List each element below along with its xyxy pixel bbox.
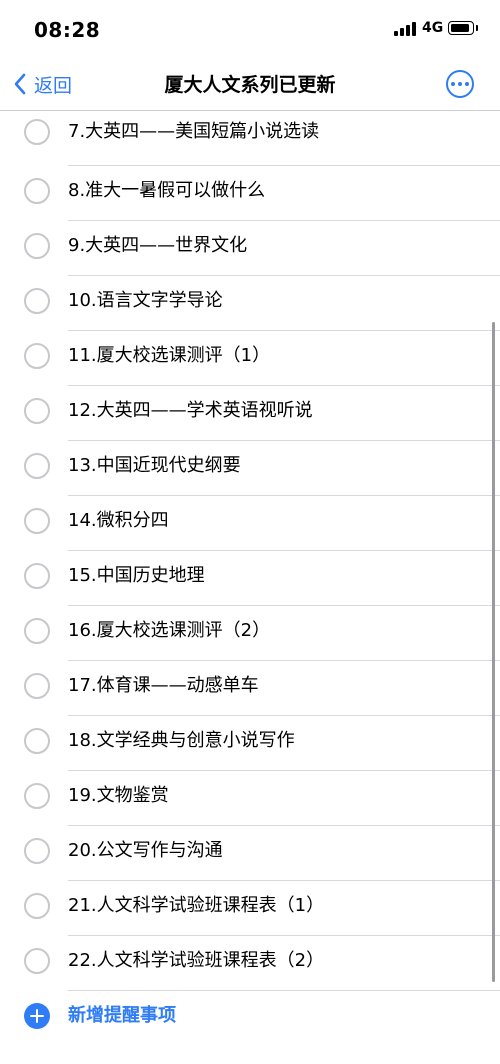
list-item-label[interactable]: 7.大英四——美国短篇小说选读 [68, 117, 319, 147]
battery-tip [476, 25, 478, 31]
list-item-label[interactable]: 17.体育课——动感单车 [68, 671, 259, 701]
divider [68, 990, 500, 991]
checkbox-circle[interactable] [24, 119, 50, 145]
network-type: 4G [422, 20, 444, 36]
list-item: 16.厦大校选课测评（2） [0, 606, 500, 661]
list-item-label[interactable]: 15.中国历史地理 [68, 561, 205, 591]
list-item-label[interactable]: 14.微积分四 [68, 506, 169, 536]
list-item-label[interactable]: 19.文物鉴赏 [68, 781, 169, 811]
list-item: 10.语言文字学导论 [0, 276, 500, 331]
status-bar: 08:28 4G [0, 0, 500, 58]
list-item-label[interactable]: 18.文学经典与创意小说写作 [68, 726, 295, 756]
battery-icon [448, 21, 474, 35]
list-item: 9.大英四——世界文化 [0, 221, 500, 276]
navigation-bar: 返回 厦大人文系列已更新 [0, 58, 500, 111]
list-item: 13.中国近现代史纲要 [0, 441, 500, 496]
checkbox-circle[interactable] [24, 838, 50, 864]
scrollbar[interactable] [492, 322, 495, 982]
checkbox-circle[interactable] [24, 948, 50, 974]
list-item: 7.大英四——美国短篇小说选读 [0, 111, 500, 166]
more-dot-icon [458, 82, 462, 86]
list-item: 20.公文写作与沟通 [0, 826, 500, 881]
checkbox-circle[interactable] [24, 563, 50, 589]
list-item: 22.人文科学试验班课程表（2） [0, 936, 500, 991]
list-item-label[interactable]: 16.厦大校选课测评（2） [68, 616, 270, 646]
checkbox-circle[interactable] [24, 618, 50, 644]
checkbox-circle[interactable] [24, 673, 50, 699]
more-dot-icon [465, 82, 469, 86]
list-item: 17.体育课——动感单车 [0, 661, 500, 716]
signal-strength-icon [394, 22, 418, 36]
list-item-label[interactable]: 9.大英四——世界文化 [68, 231, 247, 261]
list-item: 12.大英四——学术英语视听说 [0, 386, 500, 441]
list-item: 19.文物鉴赏 [0, 771, 500, 826]
add-reminder-label: 新增提醒事项 [68, 1005, 176, 1026]
checkbox-circle[interactable] [24, 288, 50, 314]
checkbox-circle[interactable] [24, 508, 50, 534]
checkbox-circle[interactable] [24, 728, 50, 754]
status-time: 08:28 [34, 18, 101, 42]
list-item: 21.人文科学试验班课程表（1） [0, 881, 500, 936]
reminder-list: 7.大英四——美国短篇小说选读 8.准大一暑假可以做什么 9.大英四——世界文化… [0, 111, 500, 991]
page-title: 厦大人文系列已更新 [164, 74, 336, 96]
checkbox-circle[interactable] [24, 783, 50, 809]
checkbox-circle[interactable] [24, 178, 50, 204]
checkbox-circle[interactable] [24, 398, 50, 424]
checkbox-circle[interactable] [24, 893, 50, 919]
list-item-label[interactable]: 11.厦大校选课测评（1） [68, 341, 270, 371]
list-item-label[interactable]: 21.人文科学试验班课程表（1） [68, 891, 324, 921]
list-item-label[interactable]: 22.人文科学试验班课程表（2） [68, 946, 324, 976]
list-item-label[interactable]: 13.中国近现代史纲要 [68, 451, 241, 481]
plus-circle-icon [24, 1003, 50, 1029]
more-dot-icon [451, 82, 455, 86]
more-options-button[interactable] [446, 70, 474, 98]
list-item: 8.准大一暑假可以做什么 [0, 166, 500, 221]
list-item-label[interactable]: 12.大英四——学术英语视听说 [68, 396, 313, 426]
list-item-label[interactable]: 8.准大一暑假可以做什么 [68, 176, 265, 206]
list-item: 11.厦大校选课测评（1） [0, 331, 500, 386]
checkbox-circle[interactable] [24, 453, 50, 479]
add-reminder-button[interactable]: 新增提醒事项 [0, 999, 500, 1035]
checkbox-circle[interactable] [24, 233, 50, 259]
list-item: 18.文学经典与创意小说写作 [0, 716, 500, 771]
list-item-label[interactable]: 20.公文写作与沟通 [68, 836, 223, 866]
checkbox-circle[interactable] [24, 343, 50, 369]
list-item: 14.微积分四 [0, 496, 500, 551]
list-item-label[interactable]: 10.语言文字学导论 [68, 286, 223, 316]
list-item: 15.中国历史地理 [0, 551, 500, 606]
